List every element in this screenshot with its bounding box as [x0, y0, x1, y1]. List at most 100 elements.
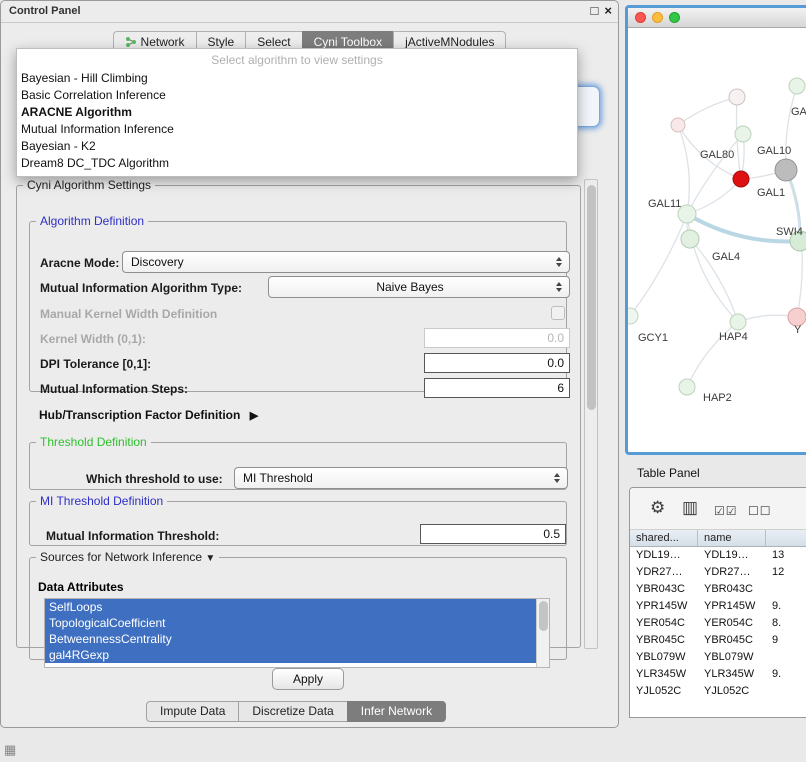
- select-all-icon[interactable]: ☑☑: [714, 501, 738, 521]
- table-row[interactable]: YER054CYER054C8.: [630, 615, 806, 632]
- table-cell: YBL079W: [630, 649, 698, 666]
- network-node[interactable]: [730, 314, 746, 330]
- control-panel-titlebar: Control Panel □ ×: [1, 1, 618, 23]
- dpi-tolerance-field[interactable]: [424, 353, 570, 373]
- table-cell: [766, 581, 806, 598]
- combo-arrows-icon: [551, 257, 566, 267]
- network-node[interactable]: [671, 118, 685, 132]
- cyni-algorithm-settings-group: Cyni Algorithm Settings Algorithm Defini…: [16, 178, 581, 648]
- expanded-arrow-icon[interactable]: ▼: [205, 553, 215, 564]
- cyni-algorithm-settings-legend: Cyni Algorithm Settings: [23, 178, 155, 192]
- table-cell: [766, 683, 806, 700]
- algorithm-option-dream8[interactable]: Dream8 DC_TDC Algorithm: [17, 155, 577, 172]
- mac-close-button[interactable]: [635, 12, 646, 23]
- control-panel-title: Control Panel: [9, 5, 81, 17]
- tab-cyni-toolbox-label: Cyni Toolbox: [314, 35, 382, 49]
- algorithm-option-bayesian-hill-climbing[interactable]: Bayesian - Hill Climbing: [17, 70, 577, 87]
- column-selector-icon[interactable]: ▥: [682, 498, 698, 518]
- bottom-left-panel-icon[interactable]: ▦: [4, 742, 16, 758]
- network-edge[interactable]: [786, 86, 797, 170]
- algorithm-option-bayesian-k2[interactable]: Bayesian - K2: [17, 138, 577, 155]
- table-cell: YBR045C: [698, 632, 766, 649]
- data-attributes-list: SelfLoops TopologicalCoefficient Between…: [44, 598, 550, 668]
- attribute-list-item[interactable]: gal4RGexp: [45, 647, 536, 663]
- tab-infer-network[interactable]: Infer Network: [347, 701, 446, 722]
- attribute-list-item[interactable]: SelfLoops: [45, 599, 536, 615]
- settings-scrollbar[interactable]: [584, 179, 598, 649]
- table-cell: YDL19…: [698, 547, 766, 564]
- tab-discretize-data[interactable]: Discretize Data: [238, 701, 346, 722]
- kernel-width-field: [424, 328, 570, 348]
- algorithm-dropdown-placeholder: Select algorithm to view settings: [17, 49, 577, 70]
- network-node[interactable]: [681, 230, 699, 248]
- mi-threshold-field[interactable]: [420, 524, 566, 544]
- attribute-list-item[interactable]: BetweennessCentrality: [45, 631, 536, 647]
- algorithm-option-basic-correlation[interactable]: Basic Correlation Inference: [17, 87, 577, 104]
- collapsed-arrow-icon[interactable]: ▶: [250, 409, 258, 422]
- table-cell: 8.: [766, 615, 806, 632]
- network-canvas[interactable]: GAL80GAL10GAL11GAL1SWI4GAL4GCY1HAP4HAP2G…: [628, 28, 806, 451]
- table-settings-gear-icon[interactable]: ⚙: [650, 498, 665, 518]
- mi-algorithm-type-combobox[interactable]: Naive Bayes: [268, 276, 570, 298]
- table-cell: YDR27…: [698, 564, 766, 581]
- network-node-label: GAL10: [757, 145, 791, 157]
- combo-arrows-icon: [551, 282, 566, 292]
- column-header-shared-name[interactable]: shared...: [630, 530, 698, 546]
- mac-zoom-button[interactable]: [669, 12, 680, 23]
- aracne-mode-combobox[interactable]: Discovery: [122, 251, 570, 273]
- network-icon: [125, 36, 137, 48]
- deselect-all-icon[interactable]: ☐☐: [748, 501, 772, 521]
- kernel-width-label: Kernel Width (0,1):: [40, 332, 146, 346]
- table-row[interactable]: YDR27…YDR27…12: [630, 564, 806, 581]
- algorithm-definition-legend: Algorithm Definition: [36, 214, 148, 228]
- manual-kernel-width-checkbox: [551, 306, 565, 320]
- network-node[interactable]: [729, 89, 745, 105]
- network-node[interactable]: [735, 126, 751, 142]
- sources-group: Sources for Network Inference ▼ Data Att…: [29, 550, 567, 660]
- table-cell: YBL079W: [698, 649, 766, 666]
- table-cell: YJL052C: [630, 683, 698, 700]
- network-node[interactable]: [679, 379, 695, 395]
- table-row[interactable]: YBR045CYBR045C9: [630, 632, 806, 649]
- attribute-list-scrollbar[interactable]: [536, 599, 549, 667]
- desktop: Control Panel □ × Network Style: [0, 0, 806, 762]
- algorithm-option-aracne[interactable]: ARACNE Algorithm: [17, 104, 577, 121]
- float-window-icon[interactable]: □: [591, 3, 599, 19]
- network-edge[interactable]: [678, 97, 737, 125]
- table-row[interactable]: YBR043CYBR043C: [630, 581, 806, 598]
- column-header-name[interactable]: name: [698, 530, 766, 546]
- attribute-list-scrollbar-thumb[interactable]: [539, 601, 548, 631]
- table-cell: YLR345W: [630, 666, 698, 683]
- tab-impute-data[interactable]: Impute Data: [146, 701, 238, 722]
- close-window-icon[interactable]: ×: [604, 3, 612, 19]
- table-row[interactable]: YPR145WYPR145W9.: [630, 598, 806, 615]
- hub-transcription-factor-section[interactable]: Hub/Transcription Factor Definition ▶: [39, 408, 258, 422]
- network-edge[interactable]: [630, 214, 687, 316]
- which-threshold-value: MI Threshold: [235, 471, 549, 485]
- table-cell: YER054C: [698, 615, 766, 632]
- attribute-list-item[interactable]: TopologicalCoefficient: [45, 615, 536, 631]
- mi-steps-field[interactable]: [424, 378, 570, 398]
- network-node[interactable]: [733, 171, 749, 187]
- table-cell: 9.: [766, 666, 806, 683]
- table-row[interactable]: YJL052CYJL052C: [630, 683, 806, 700]
- table-cell: 9.: [766, 598, 806, 615]
- column-header-extra[interactable]: [766, 530, 806, 546]
- network-node[interactable]: [789, 78, 805, 94]
- settings-scrollbar-thumb[interactable]: [587, 185, 596, 410]
- table-cell: [766, 649, 806, 666]
- network-node[interactable]: [628, 308, 638, 324]
- table-row[interactable]: YDL19…YDL19…13: [630, 547, 806, 564]
- table-row[interactable]: YBL079WYBL079W: [630, 649, 806, 666]
- hub-transcription-factor-label: Hub/Transcription Factor Definition: [39, 408, 240, 422]
- combo-arrows-icon: [549, 473, 564, 483]
- mac-minimize-button[interactable]: [652, 12, 663, 23]
- network-node[interactable]: [775, 159, 797, 181]
- table-cell: YDR27…: [630, 564, 698, 581]
- apply-button[interactable]: Apply: [272, 668, 344, 690]
- algorithm-option-mutual-information[interactable]: Mutual Information Inference: [17, 121, 577, 138]
- network-edge[interactable]: [687, 179, 741, 214]
- network-node-label: SWI4: [776, 226, 803, 238]
- table-row[interactable]: YLR345WYLR345W9.: [630, 666, 806, 683]
- which-threshold-combobox[interactable]: MI Threshold: [234, 467, 568, 489]
